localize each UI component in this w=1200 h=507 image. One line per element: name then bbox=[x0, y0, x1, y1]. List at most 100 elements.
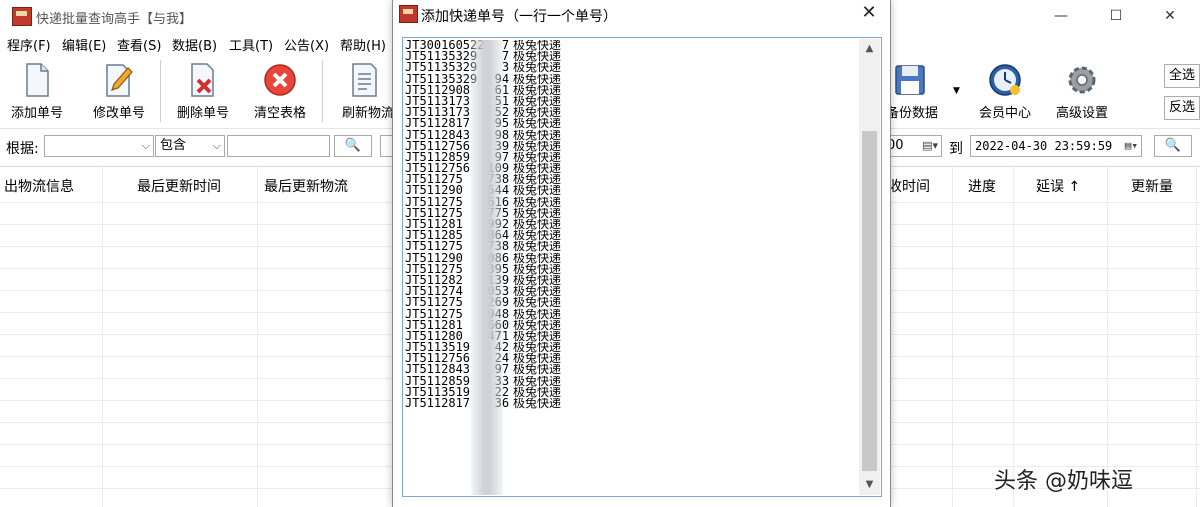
menu-view[interactable]: 查看(S) bbox=[117, 35, 161, 54]
courier-name: 极兔快递 bbox=[513, 163, 562, 175]
search-input[interactable] bbox=[227, 135, 330, 157]
menu-notice[interactable]: 公告(X) bbox=[284, 35, 329, 54]
menu-bar: 程序(F) 编辑(E) 查看(S) 数据(B) 工具(T) 公告(X) 帮助(H… bbox=[0, 35, 395, 55]
column-header[interactable]: 收时间 bbox=[888, 176, 930, 196]
backup-data-button[interactable]: 备份数据 bbox=[884, 56, 944, 126]
minimize-button[interactable]: — bbox=[1038, 4, 1084, 28]
maximize-button[interactable]: ☐ bbox=[1093, 4, 1139, 28]
search-icon: 🔍 bbox=[344, 138, 362, 153]
to-label: 到 bbox=[949, 141, 963, 157]
match-mode-select[interactable]: 包含 ⌵ bbox=[155, 135, 225, 157]
clear-table-label: 清空表格 bbox=[253, 106, 306, 121]
field-select[interactable]: ⌵ bbox=[44, 135, 154, 157]
column-header[interactable]: 最后更新物流 bbox=[264, 176, 348, 196]
courier-name: 极兔快递 bbox=[513, 252, 562, 264]
tracking-numbers-textarea[interactable]: JT300160522 7 极兔快递 JT51135329 7 极兔快递 JT5113532… bbox=[402, 37, 882, 497]
column-header[interactable]: 最后更新时间 bbox=[137, 176, 221, 196]
select-all-button[interactable]: 全选 bbox=[1164, 64, 1200, 88]
menu-data[interactable]: 数据(B) bbox=[172, 35, 217, 54]
date-search-button[interactable]: 🔍 bbox=[1154, 135, 1192, 157]
courier-name: 极兔快递 bbox=[513, 286, 562, 298]
grid-divider bbox=[1013, 166, 1014, 507]
vertical-scrollbar[interactable]: ▲ ▼ bbox=[859, 39, 880, 495]
courier-name: 极兔快递 bbox=[513, 129, 562, 141]
gear-icon bbox=[1068, 66, 1096, 94]
toolbar-separator bbox=[160, 60, 161, 122]
document-icon bbox=[26, 63, 49, 97]
invert-selection-button[interactable]: 反选 bbox=[1164, 96, 1200, 120]
clear-table-button[interactable]: 清空表格 bbox=[247, 56, 313, 126]
column-header[interactable]: 延误 ↑ bbox=[1036, 176, 1080, 196]
courier-name: 极兔快递 bbox=[513, 95, 562, 108]
courier-name: 极兔快递 bbox=[513, 398, 562, 410]
clear-x-icon bbox=[264, 64, 296, 96]
courier-name: 极兔快递 bbox=[513, 297, 562, 309]
chevron-down-icon: ⌵ bbox=[141, 139, 150, 152]
scroll-down-icon[interactable]: ▼ bbox=[859, 475, 880, 495]
courier-name: 极兔快递 bbox=[513, 140, 562, 152]
edit-number-label: 修改单号 bbox=[92, 106, 145, 121]
courier-name: 极兔快递 bbox=[513, 51, 562, 63]
courier-name: 极兔快递 bbox=[513, 342, 562, 354]
courier-name: 极兔快递 bbox=[513, 185, 562, 197]
watermark-text: 头条 @奶味逗 bbox=[994, 469, 1133, 494]
courier-name: 极兔快递 bbox=[513, 207, 562, 219]
backup-data-label: 备份数据 bbox=[885, 106, 938, 121]
courier-name: 极兔快递 bbox=[513, 319, 562, 331]
member-center-label: 会员中心 bbox=[978, 106, 1031, 121]
column-header[interactable]: 出物流信息 bbox=[4, 176, 74, 196]
delete-number-label: 删除单号 bbox=[176, 106, 229, 121]
courier-name: 极兔快递 bbox=[513, 263, 562, 275]
dropdown-arrow-icon[interactable]: ▼ bbox=[953, 86, 960, 96]
courier-name: 极兔快递 bbox=[513, 364, 562, 376]
date-from-field-tail[interactable]: 00 ▤▾ bbox=[884, 135, 942, 157]
chevron-down-icon: ⌵ bbox=[212, 139, 221, 152]
column-header[interactable]: 进度 bbox=[968, 176, 996, 196]
member-center-button[interactable]: 会员中心 bbox=[972, 56, 1038, 126]
courier-name: 极兔快递 bbox=[513, 73, 562, 85]
delete-number-button[interactable]: 删除单号 bbox=[170, 56, 236, 126]
courier-name: 极兔快递 bbox=[513, 151, 562, 164]
menu-help[interactable]: 帮助(H) bbox=[340, 35, 386, 54]
calendar-dropdown-icon: ▤▾ bbox=[1124, 139, 1138, 152]
add-numbers-dialog: 添加快递单号（一行一个单号） ✕ JT300160522 7 极兔快递 JT51135… bbox=[392, 0, 891, 507]
search-button[interactable]: 🔍 bbox=[334, 135, 372, 157]
app-logo-icon bbox=[12, 7, 32, 26]
scrollbar-thumb[interactable] bbox=[862, 131, 877, 471]
filter-label: 根据: bbox=[6, 141, 39, 157]
advanced-settings-button[interactable]: 高级设置 bbox=[1049, 56, 1115, 126]
courier-name: 极兔快递 bbox=[513, 107, 562, 119]
app-logo-icon bbox=[399, 5, 418, 23]
courier-name: 极兔快递 bbox=[513, 230, 562, 242]
courier-name: 极兔快递 bbox=[513, 118, 562, 130]
courier-name: 极兔快递 bbox=[513, 196, 562, 208]
match-mode-value: 包含 bbox=[160, 138, 187, 153]
menu-edit[interactable]: 编辑(E) bbox=[62, 35, 106, 54]
toolbar-separator bbox=[322, 60, 323, 122]
courier-name: 极兔快递 bbox=[513, 174, 562, 186]
close-button[interactable]: ✕ bbox=[1147, 4, 1193, 28]
courier-name: 极兔快递 bbox=[513, 219, 562, 231]
dialog-title: 添加快递单号（一行一个单号） bbox=[421, 9, 617, 25]
date-to-value: 2022-04-30 23:59:59 bbox=[975, 139, 1113, 153]
courier-name: 极兔快递 bbox=[513, 375, 562, 387]
courier-name: 极兔快递 bbox=[513, 308, 562, 320]
scroll-up-icon[interactable]: ▲ bbox=[859, 39, 880, 59]
menu-program[interactable]: 程序(F) bbox=[7, 35, 51, 54]
clock-icon bbox=[989, 64, 1021, 96]
grid-divider bbox=[1196, 166, 1197, 507]
courier-name: 极兔快递 bbox=[513, 274, 562, 287]
redaction-blur bbox=[471, 40, 503, 495]
edit-number-button[interactable]: 修改单号 bbox=[86, 56, 152, 126]
dialog-close-button[interactable]: ✕ bbox=[851, 0, 887, 26]
calendar-dropdown-icon: ▤▾ bbox=[922, 139, 938, 152]
date-to-field[interactable]: 2022-04-30 23:59:59 ▤▾ bbox=[970, 135, 1142, 157]
menu-tools[interactable]: 工具(T) bbox=[229, 35, 273, 54]
refresh-logistics-button[interactable]: 刷新物流 bbox=[334, 56, 394, 126]
add-number-label: 添加单号 bbox=[10, 106, 63, 121]
refresh-logistics-label: 刷新物流 bbox=[342, 106, 394, 121]
add-number-button[interactable]: 添加单号 bbox=[4, 56, 70, 126]
column-header[interactable]: 更新量 bbox=[1131, 176, 1173, 196]
grid-divider bbox=[952, 166, 953, 507]
courier-name: 极兔快递 bbox=[513, 353, 562, 365]
